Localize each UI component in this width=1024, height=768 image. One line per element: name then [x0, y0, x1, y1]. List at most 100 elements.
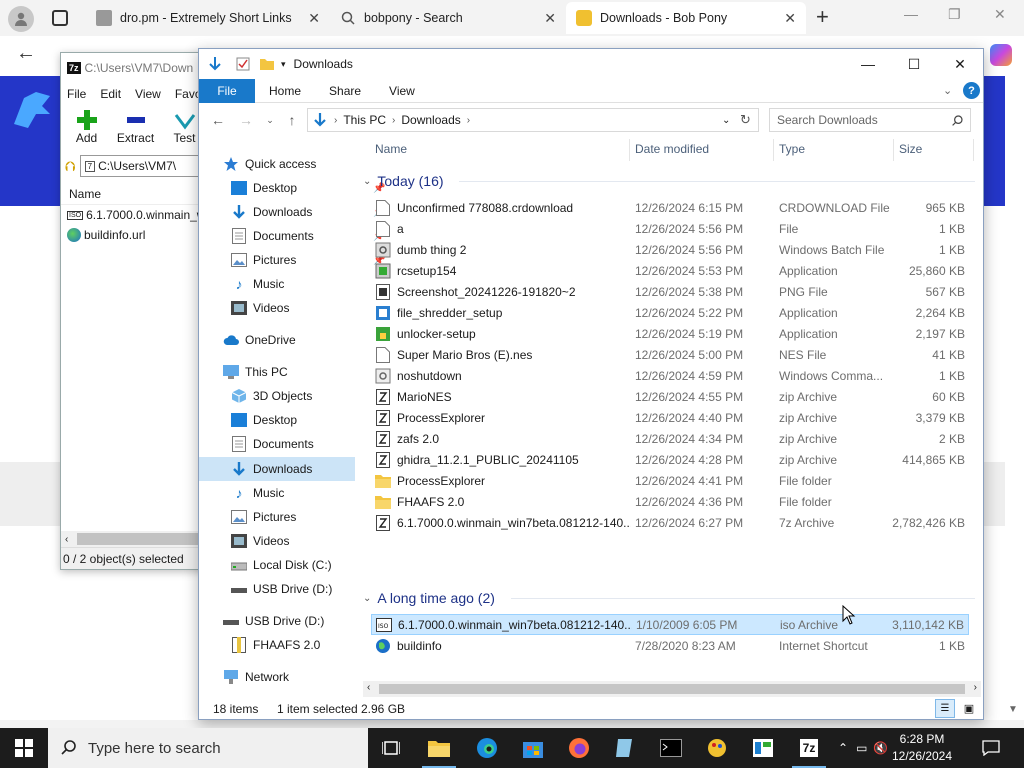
back-arrow-icon[interactable]: ← — [16, 42, 36, 65]
nav-usb-fhaafs[interactable]: FHAAFS 2.0 — [231, 634, 320, 656]
file-row[interactable]: rcsetup154 12/26/2024 5:53 PM Application 2… — [371, 260, 969, 281]
address-bar[interactable]: › This PC › Downloads › ⌄ ↻ — [307, 108, 759, 132]
list-item[interactable]: ISO 6.1.7000.0.winmain_w — [61, 205, 204, 225]
close-tab-icon[interactable]: ✕ — [308, 10, 320, 27]
column-separator[interactable] — [893, 139, 894, 161]
start-button[interactable] — [0, 728, 48, 768]
nav-network[interactable]: Network — [223, 666, 289, 688]
page-scroll-down-icon[interactable]: ▼ — [1008, 704, 1018, 715]
up-arrow-icon[interactable]: ↑ — [281, 112, 303, 128]
store-icon[interactable] — [510, 728, 556, 768]
column-size[interactable]: Size — [899, 135, 922, 163]
back-arrow-icon[interactable]: ← — [207, 112, 229, 128]
horizontal-scrollbar[interactable]: ‹ › — [363, 681, 981, 697]
registry-editor-icon[interactable] — [740, 728, 786, 768]
firefox-icon[interactable] — [556, 728, 602, 768]
column-separator[interactable] — [773, 139, 774, 161]
nav-onedrive[interactable]: OneDrive — [223, 329, 296, 351]
nav-pc-local-disk[interactable]: Local Disk (C:) — [231, 554, 332, 576]
scrollbar-thumb[interactable] — [379, 684, 965, 694]
recent-locations-icon[interactable]: ⌄ — [259, 115, 281, 126]
file-row[interactable]: ProcessExplorer 12/26/2024 4:41 PM File fo… — [371, 470, 969, 491]
menu-file[interactable]: File — [67, 87, 86, 101]
breadcrumb-downloads[interactable]: Downloads — [401, 113, 460, 127]
tab-home[interactable]: Home — [255, 84, 315, 98]
browser-close-icon[interactable]: ✕ — [994, 6, 1006, 23]
edge-browser-icon[interactable] — [464, 728, 510, 768]
nav-quick-access[interactable]: Quick access — [223, 153, 316, 175]
copilot-icon[interactable] — [990, 44, 1012, 66]
terminal-icon[interactable] — [648, 728, 694, 768]
minimize-icon[interactable]: — — [845, 53, 891, 75]
browser-restore-icon[interactable]: ❐ — [948, 6, 961, 23]
new-folder-icon[interactable] — [259, 56, 275, 72]
refresh-icon[interactable]: ↻ — [740, 112, 751, 128]
tab-share[interactable]: Share — [315, 84, 375, 98]
nav-quick-pictures[interactable]: Pictures 📌 — [231, 249, 385, 271]
file-row[interactable]: MarioNES 12/26/2024 4:55 PM zip Archive 60 … — [371, 386, 969, 407]
column-type[interactable]: Type — [779, 135, 805, 163]
nav-pc-usb-drive[interactable]: USB Drive (D:) — [231, 578, 332, 600]
notification-icon[interactable] — [968, 728, 1014, 768]
add-button[interactable]: Add — [67, 109, 106, 153]
list-item[interactable]: buildinfo.url — [61, 225, 204, 245]
taskbar-clock[interactable]: 6:28 PM 12/26/2024 — [880, 731, 964, 765]
file-row[interactable]: ISO 6.1.7000.0.winmain_win7beta.081212-14… — [371, 614, 969, 635]
chevron-up-icon[interactable]: ⌃ — [838, 741, 848, 755]
scroll-right-icon[interactable]: › — [974, 682, 977, 693]
browser-minimize-icon[interactable]: — — [904, 6, 918, 22]
browser-tab-downloads[interactable]: Downloads - Bob Pony ✕ — [566, 2, 806, 34]
collapse-chevron-icon[interactable]: ⌄ — [363, 176, 371, 187]
file-row[interactable]: 6.1.7000.0.winmain_win7beta.081212-140..… — [371, 512, 969, 533]
nav-pc-music[interactable]: ♪ Music — [231, 482, 285, 504]
file-explorer-taskbar-icon[interactable] — [416, 728, 462, 768]
file-row[interactable]: ProcessExplorer 12/26/2024 4:40 PM zip Arc… — [371, 407, 969, 428]
address-dropdown-icon[interactable]: ⌄ — [722, 115, 730, 126]
help-icon[interactable]: ? — [963, 82, 980, 99]
group-header-today[interactable]: ⌄ Today (16) — [363, 169, 975, 193]
file-row[interactable]: noshutdown 12/26/2024 4:59 PM Windows Comm… — [371, 365, 969, 386]
taskbar-search-input[interactable]: Type here to search — [48, 728, 368, 768]
breadcrumb-this-pc[interactable]: This PC — [343, 113, 386, 127]
menu-view[interactable]: View — [135, 87, 161, 101]
scroll-left-icon[interactable]: ‹ — [367, 682, 370, 693]
extract-button[interactable]: Extract — [116, 109, 155, 153]
profile-avatar[interactable] — [8, 6, 34, 32]
column-separator[interactable] — [973, 139, 974, 161]
close-tab-icon[interactable]: ✕ — [544, 10, 556, 27]
file-row[interactable]: dumb thing 2 12/26/2024 5:56 PM Windows Ba… — [371, 239, 969, 260]
new-tab-button[interactable]: + — [816, 4, 829, 30]
browser-tab-search[interactable]: bobpony - Search ✕ — [330, 2, 566, 34]
expand-ribbon-icon[interactable]: ⌄ — [943, 84, 952, 97]
sevenzip-path-input[interactable]: 7 C:\Users\VM7\ — [79, 155, 204, 177]
group-header-long-ago[interactable]: ⌄ A long time ago (2) — [363, 586, 975, 610]
menu-edit[interactable]: Edit — [100, 87, 121, 101]
file-row[interactable]: a 12/26/2024 5:56 PM File 1 KB — [371, 218, 969, 239]
up-folder-icon[interactable]: ⮉ — [65, 158, 76, 175]
file-row[interactable]: buildinfo 7/28/2020 8:23 AM Internet Short… — [371, 635, 969, 656]
browser-tab-dro[interactable]: dro.pm - Extremely Short Links ✕ — [86, 2, 330, 34]
nav-quick-documents[interactable]: Documents📌 — [231, 225, 385, 247]
nav-pc-desktop[interactable]: Desktop — [231, 409, 297, 431]
close-icon[interactable]: ✕ — [937, 53, 983, 75]
sevenzip-taskbar-icon[interactable]: 7z — [786, 728, 832, 768]
file-row[interactable]: Unconfirmed 778088.crdownload 12/26/2024 … — [371, 197, 969, 218]
tab-view[interactable]: View — [375, 84, 429, 98]
nav-quick-music[interactable]: ♪ Music — [231, 273, 285, 295]
column-date-modified[interactable]: Date modified — [635, 135, 709, 163]
close-tab-icon[interactable]: ✕ — [784, 10, 796, 27]
notepad-icon[interactable] — [602, 728, 648, 768]
forward-arrow-icon[interactable]: → — [235, 112, 257, 128]
network-icon[interactable]: ▭ — [856, 741, 867, 755]
sevenzip-horizontal-scrollbar[interactable]: ‹ — [61, 531, 204, 547]
maximize-icon[interactable]: ☐ — [891, 53, 937, 75]
file-row[interactable]: zafs 2.0 12/26/2024 4:34 PM zip Archive 2 K… — [371, 428, 969, 449]
nav-pc-3d-objects[interactable]: 3D Objects — [231, 385, 312, 407]
nav-pc-videos[interactable]: Videos — [231, 530, 289, 552]
nav-quick-videos[interactable]: Videos — [231, 297, 289, 319]
column-separator[interactable] — [629, 139, 630, 161]
file-row[interactable]: Screenshot_20241226-191820~2 12/26/2024 5… — [371, 281, 969, 302]
scrollbar-thumb[interactable] — [77, 533, 204, 545]
nav-pc-pictures[interactable]: Pictures — [231, 506, 296, 528]
file-row[interactable]: FHAAFS 2.0 12/26/2024 4:36 PM File folder — [371, 491, 969, 512]
